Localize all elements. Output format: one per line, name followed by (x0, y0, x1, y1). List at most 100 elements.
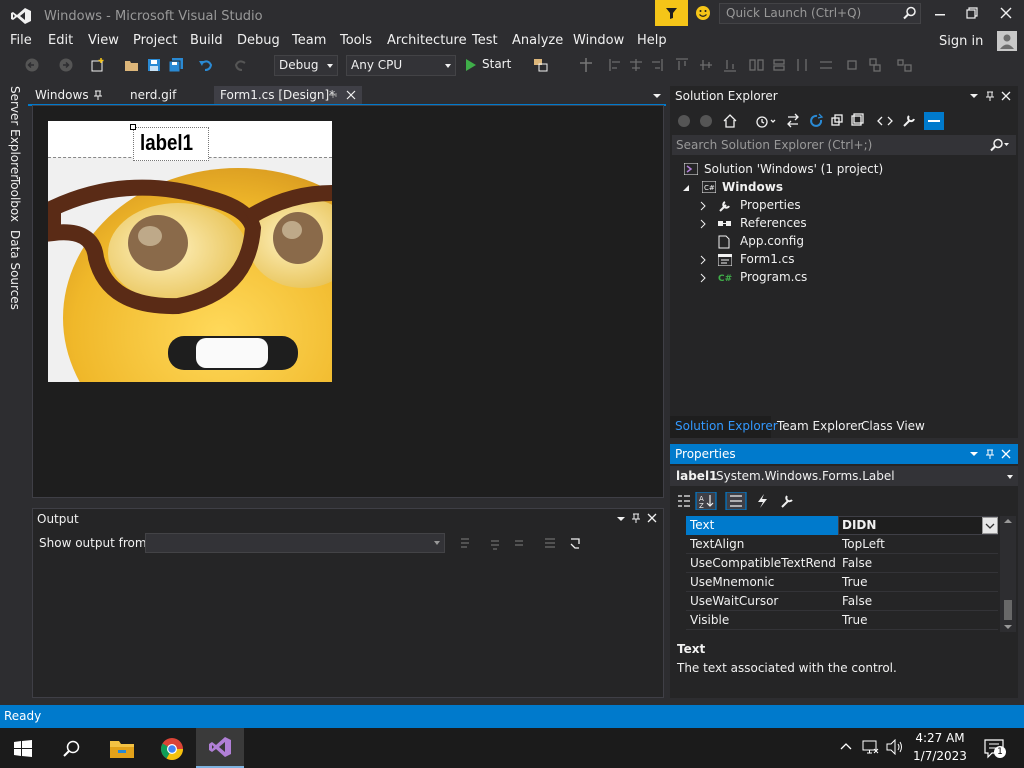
collapsed-arrow-icon[interactable] (700, 201, 706, 211)
tab-nerd-gif[interactable]: nerd.gif (124, 86, 208, 105)
alignment-toolbar-icons[interactable] (608, 57, 928, 73)
object-selector-dropdown[interactable]: label1 System.Windows.Forms.Label (670, 466, 1018, 486)
network-icon[interactable] (862, 739, 880, 755)
close-panel-icon[interactable] (647, 513, 657, 523)
pin-icon[interactable] (631, 512, 641, 524)
output-source-dropdown[interactable] (145, 533, 445, 553)
save-icon[interactable] (146, 57, 162, 73)
property-row-text[interactable]: Text DIDN (686, 516, 998, 535)
text-property-input[interactable]: DIDN (838, 516, 998, 535)
pin-icon[interactable] (985, 448, 995, 460)
nerd-gif-picturebox[interactable] (48, 157, 332, 382)
property-row-usecompatibletextrendering[interactable]: UseCompatibleTextRenderin False (686, 554, 998, 573)
windows-start-icon[interactable] (14, 740, 32, 757)
property-row-usemnemonic[interactable]: UseMnemonic True (686, 573, 998, 592)
panel-menu-icon[interactable] (969, 93, 979, 99)
clock-time[interactable]: 4:27 AM (912, 731, 968, 745)
form1-window[interactable]: label1 (48, 121, 332, 382)
collapsed-arrow-icon[interactable] (700, 219, 706, 229)
tab-solution-explorer[interactable]: Solution Explorer (670, 416, 778, 438)
property-value[interactable]: False (842, 594, 872, 608)
configuration-dropdown[interactable]: Debug (274, 55, 338, 76)
pin-icon[interactable] (985, 90, 995, 102)
menu-debug[interactable]: Debug (237, 33, 280, 48)
tree-item-references[interactable]: References (700, 216, 880, 232)
form-designer-surface[interactable]: label1 (32, 105, 664, 498)
properties-scrollbar[interactable] (1000, 516, 1016, 632)
properties-toolbar[interactable]: AZ (676, 492, 806, 510)
close-window-button[interactable] (1000, 7, 1012, 19)
browser-link-icon[interactable] (533, 57, 549, 73)
navigate-back-icon[interactable] (24, 57, 40, 73)
volume-icon[interactable] (886, 739, 904, 755)
toolbox-tab[interactable]: Toolbox (8, 177, 22, 222)
open-file-icon[interactable] (124, 57, 140, 73)
property-row-usewaitcursor[interactable]: UseWaitCursor False (686, 592, 998, 611)
tab-team-explorer[interactable]: Team Explorer (777, 419, 863, 433)
tree-item-program-cs[interactable]: C# Program.cs (700, 270, 880, 286)
navigate-forward-icon[interactable] (58, 57, 74, 73)
menu-analyze[interactable]: Analyze (512, 33, 563, 48)
tree-item-properties[interactable]: Properties (700, 198, 880, 214)
start-play-icon[interactable] (465, 58, 477, 72)
minimize-button[interactable] (934, 8, 946, 20)
redo-icon[interactable] (233, 57, 249, 73)
undo-icon[interactable] (198, 57, 214, 73)
tab-overflow-dropdown-icon[interactable] (652, 93, 662, 99)
file-explorer-icon[interactable] (110, 738, 134, 758)
solution-explorer-search[interactable]: Search Solution Explorer (Ctrl+;) (672, 135, 1016, 155)
notifications-icon[interactable]: 1 (984, 739, 1006, 759)
menu-project[interactable]: Project (133, 33, 177, 48)
dropdown-arrow-button[interactable] (982, 517, 998, 534)
tab-windows[interactable]: Windows (29, 86, 121, 105)
tab-form1-design[interactable]: Form1.cs [Design]* (214, 86, 362, 105)
pin-icon[interactable] (93, 89, 103, 101)
tab-class-view[interactable]: Class View (861, 419, 925, 433)
chrome-browser-icon[interactable] (160, 737, 184, 761)
clock-date[interactable]: 1/7/2023 (912, 749, 968, 763)
layout-tools-icon[interactable] (578, 57, 594, 73)
menu-build[interactable]: Build (190, 33, 223, 48)
menu-file[interactable]: File (10, 33, 32, 48)
property-value[interactable]: TopLeft (842, 537, 885, 551)
pin-icon[interactable] (328, 90, 338, 100)
expanded-arrow-icon[interactable] (682, 184, 690, 192)
panel-menu-icon[interactable] (616, 516, 626, 522)
visual-studio-taskbar-button[interactable] (196, 728, 244, 768)
menu-team[interactable]: Team (292, 33, 326, 48)
menu-test[interactable]: Test (472, 33, 498, 48)
menu-view[interactable]: View (88, 33, 119, 48)
search-icon[interactable] (63, 740, 81, 758)
menu-tools[interactable]: Tools (340, 33, 372, 48)
tree-item-form1-cs[interactable]: Form1.cs (700, 252, 880, 268)
property-row-visible[interactable]: Visible True (686, 611, 998, 630)
menu-edit[interactable]: Edit (48, 33, 73, 48)
feedback-filter-icon[interactable] (655, 0, 688, 26)
quick-launch-input[interactable]: Quick Launch (Ctrl+Q) (719, 3, 921, 24)
smiley-feedback-icon[interactable] (695, 5, 711, 21)
data-sources-tab[interactable]: Data Sources (8, 230, 22, 310)
property-row-textalign[interactable]: TextAlign TopLeft (686, 535, 998, 554)
new-project-icon[interactable] (90, 57, 106, 73)
solution-explorer-toolbar[interactable] (676, 112, 966, 130)
property-value[interactable]: True (842, 613, 868, 627)
close-panel-icon[interactable] (1001, 91, 1011, 101)
menu-window[interactable]: Window (573, 33, 624, 48)
show-hidden-icons-chevron-icon[interactable] (840, 742, 852, 750)
collapsed-arrow-icon[interactable] (700, 273, 706, 283)
platform-dropdown[interactable]: Any CPU (346, 55, 456, 76)
close-tab-icon[interactable] (346, 90, 356, 100)
label1-control[interactable]: label1 (133, 127, 209, 161)
server-explorer-tab[interactable]: Server Explorer (8, 86, 22, 179)
panel-menu-icon[interactable] (969, 451, 979, 457)
output-toolbar-icons[interactable] (459, 536, 589, 552)
start-button[interactable]: Start (482, 57, 511, 71)
user-avatar-icon[interactable] (997, 31, 1017, 51)
selection-handle[interactable] (130, 124, 136, 130)
restore-button[interactable] (966, 7, 978, 19)
property-value[interactable]: False (842, 556, 872, 570)
collapsed-arrow-icon[interactable] (700, 255, 706, 265)
project-node[interactable]: C# Windows (682, 180, 882, 196)
menu-help[interactable]: Help (637, 33, 667, 48)
tree-item-app-config[interactable]: App.config (700, 234, 880, 250)
